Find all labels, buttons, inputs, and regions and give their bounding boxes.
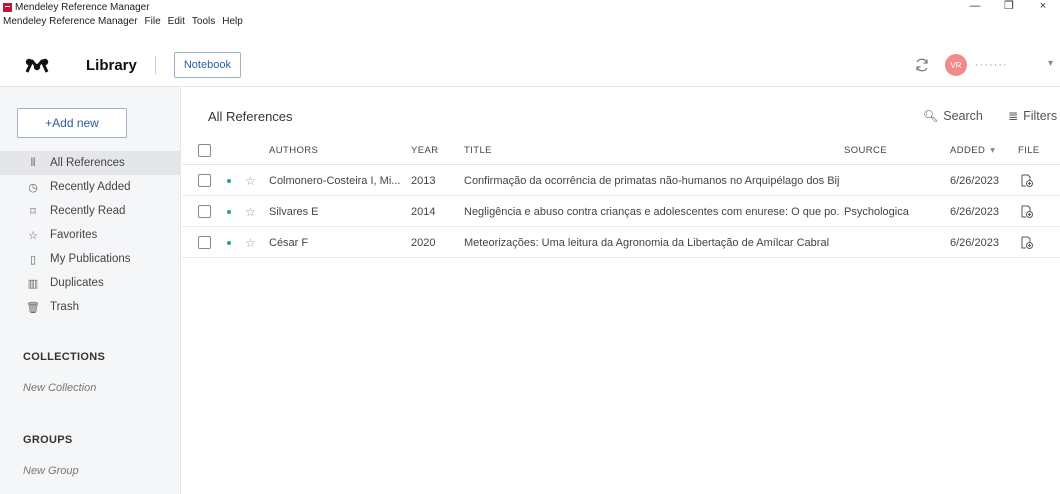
header-divider <box>154 56 156 74</box>
unread-dot-icon <box>227 178 231 183</box>
sidebar-item-label: My Publications <box>50 253 131 265</box>
column-authors[interactable]: AUTHORS <box>269 137 318 164</box>
file-pdf-icon[interactable] <box>1020 166 1034 195</box>
sidebar-item-duplicates[interactable]: ▥ Duplicates <box>0 271 181 295</box>
mendeley-app-icon <box>3 2 12 12</box>
new-collection-link[interactable]: New Collection <box>23 382 96 394</box>
sidebar-item-label: All References <box>50 157 125 169</box>
add-new-button[interactable]: +Add new <box>17 108 127 138</box>
row-authors: Colmonero-Costeira I, Mi... <box>269 174 401 187</box>
unread-dot-icon <box>227 240 231 245</box>
file-pdf-icon[interactable] <box>1020 197 1034 226</box>
sidebar-item-recently-added[interactable]: ◷ Recently Added <box>0 175 181 199</box>
sidebar-item-my-publications[interactable]: ▯ My Publications <box>0 247 181 271</box>
row-checkbox[interactable] <box>198 174 211 187</box>
row-year: 2013 <box>411 174 436 187</box>
row-authors: Silvares E <box>269 205 319 218</box>
user-avatar[interactable]: VR <box>945 54 967 76</box>
row-title: Negligência e abuso contra crianças e ad… <box>464 205 839 218</box>
notebook-button[interactable]: Notebook <box>173 52 241 78</box>
column-added[interactable]: ADDED ▾ <box>950 137 995 164</box>
row-source: Psychologica <box>844 205 909 218</box>
sidebar: +Add new ⫴ All References ◷ Recently Add… <box>0 86 181 494</box>
publication-icon: ▯ <box>29 253 37 266</box>
page-title: All References <box>208 109 293 124</box>
sidebar-item-label: Trash <box>50 301 79 313</box>
row-year: 2014 <box>411 205 436 218</box>
filters-button[interactable]: ≣ Filters <box>1008 109 1057 123</box>
row-added: 6/26/2023 <box>950 205 999 218</box>
menu-bar: Mendeley Reference Manager File Edit Too… <box>0 14 250 28</box>
sidebar-nav: ⫴ All References ◷ Recently Added ⌑ Rece… <box>0 151 181 319</box>
favorite-star-icon[interactable]: ☆ <box>245 166 256 195</box>
sidebar-item-recently-read[interactable]: ⌑ Recently Read <box>0 199 181 223</box>
groups-heading: GROUPS <box>23 434 73 446</box>
user-name[interactable]: ······· <box>975 59 1008 71</box>
row-title: Confirmação da ocorrência de primatas nã… <box>464 174 839 187</box>
sidebar-item-label: Recently Added <box>50 181 131 193</box>
favorite-star-icon[interactable]: ☆ <box>245 197 256 226</box>
sync-icon[interactable] <box>914 57 930 73</box>
collections-heading: COLLECTIONS <box>23 351 106 363</box>
filter-icon: ≣ <box>1008 109 1019 123</box>
row-authors: César F <box>269 236 309 249</box>
library-title[interactable]: Library <box>86 57 137 74</box>
table-header: AUTHORS YEAR TITLE SOURCE ADDED ▾ FILE <box>182 137 1060 165</box>
sidebar-item-label: Recently Read <box>50 205 126 217</box>
window-titlebar: Mendeley Reference Manager — ❐ × <box>0 0 1060 14</box>
unread-dot-icon <box>227 209 231 214</box>
sidebar-item-trash[interactable]: 🗑 Trash <box>0 295 181 319</box>
sidebar-item-favorites[interactable]: ☆ Favorites <box>0 223 181 247</box>
library-icon: ⫴ <box>30 156 36 169</box>
menu-file[interactable]: File <box>145 16 161 27</box>
table-row[interactable]: ☆ Silvares E 2014 Negligência e abuso co… <box>182 197 1060 227</box>
restore-button[interactable]: ❐ <box>992 0 1026 14</box>
column-file[interactable]: FILE <box>1018 137 1040 164</box>
search-label: Search <box>943 109 983 123</box>
column-year[interactable]: YEAR <box>411 137 438 164</box>
search-icon: 🔍︎ <box>923 109 939 123</box>
select-all-checkbox[interactable] <box>198 137 211 164</box>
menu-help[interactable]: Help <box>222 16 243 27</box>
chevron-down-icon[interactable]: ▾ <box>1048 58 1053 69</box>
column-added-label: ADDED <box>950 145 986 156</box>
mendeley-logo-icon[interactable] <box>24 55 50 75</box>
table-row[interactable]: ☆ Colmonero-Costeira I, Mi... 2013 Confi… <box>182 166 1060 196</box>
references-pane: All References 🔍︎ Search ≣ Filters AUTHO… <box>182 86 1060 494</box>
filters-label: Filters <box>1023 109 1058 123</box>
sidebar-item-label: Duplicates <box>50 277 104 289</box>
row-added: 6/26/2023 <box>950 236 999 249</box>
menu-tools[interactable]: Tools <box>192 16 215 27</box>
row-checkbox[interactable] <box>198 236 211 249</box>
search-button[interactable]: 🔍︎ Search <box>923 109 983 123</box>
app-header: Library Notebook VR ······· ▾ <box>0 44 1060 86</box>
row-checkbox[interactable] <box>198 205 211 218</box>
file-pdf-icon[interactable] <box>1020 228 1034 257</box>
row-added: 6/26/2023 <box>950 174 999 187</box>
trash-icon: 🗑 <box>26 301 40 314</box>
close-button[interactable]: × <box>1026 0 1060 14</box>
table-row[interactable]: ☆ César F 2020 Meteorizações: Uma leitur… <box>182 228 1060 258</box>
new-group-link[interactable]: New Group <box>23 465 79 477</box>
clock-icon: ◷ <box>28 181 38 194</box>
row-year: 2020 <box>411 236 436 249</box>
window-title: Mendeley Reference Manager <box>15 1 150 13</box>
window-controls: — ❐ × <box>958 0 1060 14</box>
menu-app[interactable]: Mendeley Reference Manager <box>3 16 138 27</box>
column-title[interactable]: TITLE <box>464 137 492 164</box>
menu-edit[interactable]: Edit <box>168 16 185 27</box>
row-title: Meteorizações: Uma leitura da Agronomia … <box>464 236 830 249</box>
star-icon: ☆ <box>28 229 38 242</box>
bookmark-icon: ⌑ <box>30 205 36 218</box>
minimize-button[interactable]: — <box>958 0 992 14</box>
duplicates-icon: ▥ <box>27 277 39 290</box>
sort-desc-icon: ▾ <box>990 145 996 156</box>
favorite-star-icon[interactable]: ☆ <box>245 228 256 257</box>
column-source[interactable]: SOURCE <box>844 137 887 164</box>
sidebar-item-label: Favorites <box>50 229 98 241</box>
sidebar-item-all-references[interactable]: ⫴ All References <box>0 151 181 175</box>
